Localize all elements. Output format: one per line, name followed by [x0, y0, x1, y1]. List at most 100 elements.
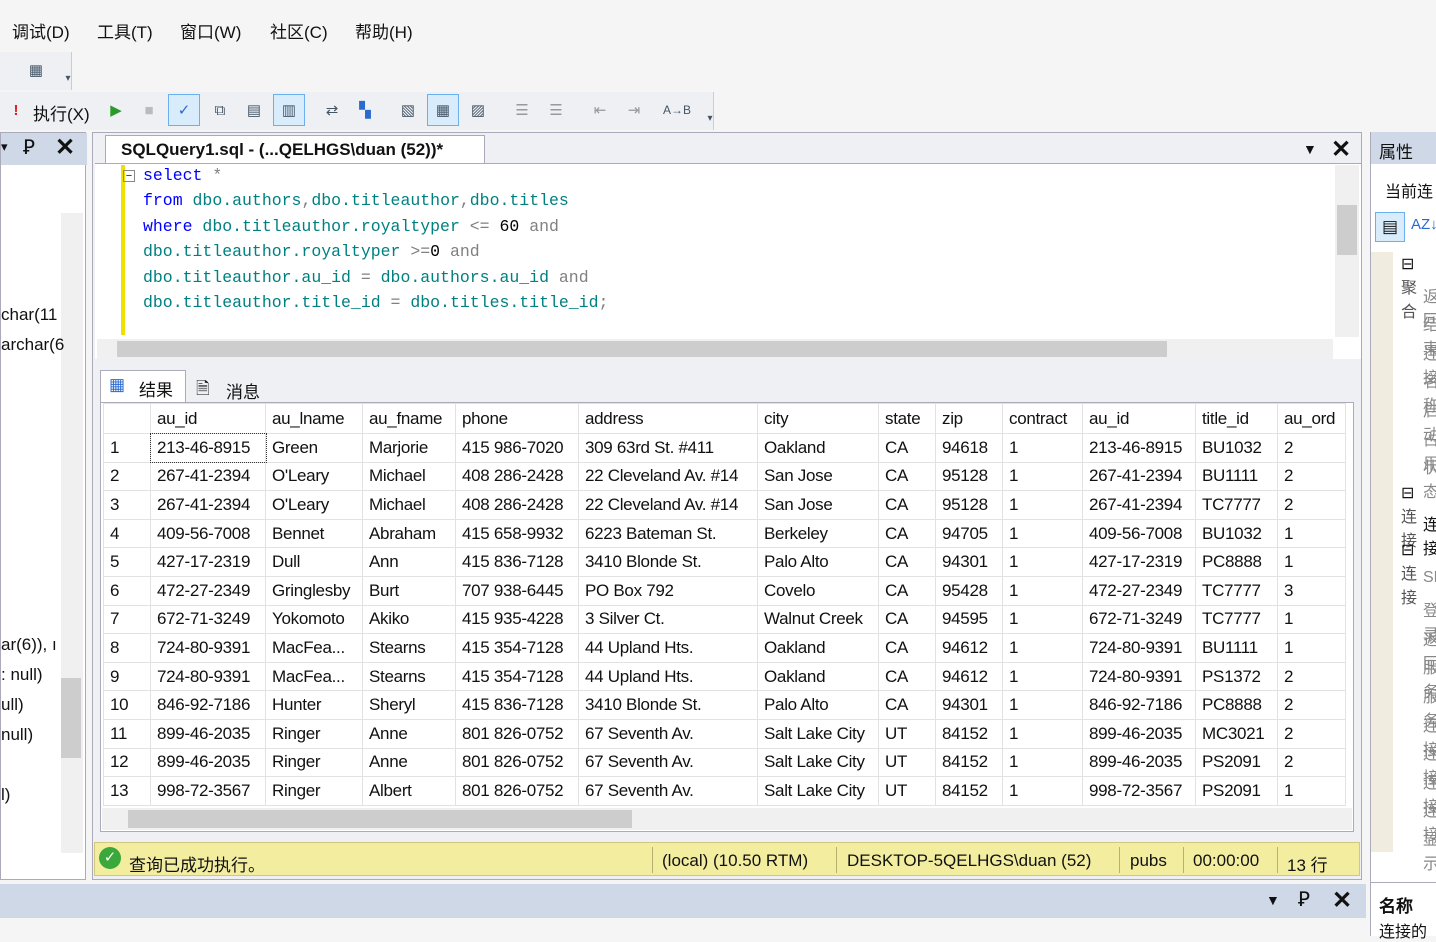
property-group[interactable]: ⊟ 连接	[1401, 540, 1417, 608]
table-cell[interactable]: Ringer	[265, 747, 363, 778]
table-cell[interactable]: 801 826-0752	[455, 776, 579, 806]
property-group[interactable]: ⊟ 聚合	[1401, 254, 1417, 322]
table-cell[interactable]: Dull	[265, 547, 363, 577]
categorized-icon[interactable]: ▤	[1375, 212, 1405, 242]
table-cell[interactable]: Oakland	[757, 633, 879, 663]
dropdown-icon[interactable]: ▾	[1, 139, 8, 155]
table-cell[interactable]: 1	[1002, 633, 1083, 663]
property-item[interactable]: 显示	[1423, 826, 1436, 874]
table-cell[interactable]: 998-72-3567	[1082, 776, 1196, 806]
table-cell[interactable]: 1	[1002, 690, 1083, 720]
table-cell[interactable]: 1	[1002, 490, 1083, 520]
row-number[interactable]: 8	[103, 633, 151, 663]
table-cell[interactable]: 1	[1277, 547, 1346, 577]
close-icon[interactable]: ✕	[55, 133, 75, 162]
table-cell[interactable]: CA	[878, 518, 936, 549]
table-cell[interactable]: PC8888	[1195, 690, 1278, 720]
table-cell[interactable]: 724-80-9391	[1082, 661, 1196, 692]
table-cell[interactable]: TC7777	[1195, 490, 1278, 520]
table-cell[interactable]: 94595	[935, 604, 1003, 635]
column-header[interactable]: title_id	[1195, 403, 1278, 434]
results-horizontal-scrollbar[interactable]	[102, 808, 1352, 830]
table-cell[interactable]: 267-41-2394	[1082, 461, 1196, 492]
column-header[interactable]: au_lname	[265, 403, 363, 434]
stop-icon[interactable]: ■	[137, 98, 161, 122]
table-cell[interactable]: Marjorie	[362, 433, 456, 463]
table-cell[interactable]: 22 Cleveland Av. #14	[578, 490, 758, 520]
table-cell[interactable]: O'Leary	[265, 461, 363, 492]
table-cell[interactable]: BU1111	[1195, 461, 1278, 492]
table-cell[interactable]: 84152	[935, 776, 1003, 806]
table-cell[interactable]: 3410 Blonde St.	[578, 690, 758, 720]
table-cell[interactable]: 1	[1002, 776, 1083, 806]
collapse-icon[interactable]: ⊟	[1401, 256, 1414, 273]
table-cell[interactable]: 22 Cleveland Av. #14	[578, 461, 758, 492]
close-icon[interactable]: ✕	[1332, 886, 1352, 915]
table-cell[interactable]: 472-27-2349	[1082, 575, 1196, 606]
table-cell[interactable]: 94301	[935, 547, 1003, 577]
row-number[interactable]: 2	[103, 461, 151, 492]
decrease-indent-icon[interactable]: ⇤	[588, 98, 612, 122]
table-cell[interactable]: MC3021	[1195, 718, 1278, 749]
column-header[interactable]: zip	[935, 403, 1003, 434]
table-cell[interactable]: MacFea...	[265, 633, 363, 663]
properties-object-selector[interactable]: 当前连	[1385, 178, 1433, 202]
row-number[interactable]: 6	[103, 575, 151, 606]
table-cell[interactable]: 2	[1277, 747, 1346, 778]
table-cell[interactable]: 2	[1277, 461, 1346, 492]
table-cell[interactable]: 3410 Blonde St.	[578, 547, 758, 577]
table-cell[interactable]: 1	[1002, 661, 1083, 692]
table-cell[interactable]: O'Leary	[265, 490, 363, 520]
vertical-scrollbar[interactable]	[1335, 165, 1359, 337]
table-cell[interactable]: 94612	[935, 661, 1003, 692]
column-header[interactable]: au_id	[150, 403, 266, 434]
table-cell[interactable]: 427-17-2319	[150, 547, 266, 577]
table-cell[interactable]: CA	[878, 690, 936, 720]
table-cell[interactable]: 724-80-9391	[150, 633, 266, 663]
table-cell[interactable]: 94618	[935, 433, 1003, 463]
execute-button[interactable]: 执行(X)	[33, 100, 90, 125]
table-cell[interactable]: 1	[1277, 633, 1346, 663]
table-cell[interactable]: PC8888	[1195, 547, 1278, 577]
table-cell[interactable]: Stearns	[362, 661, 456, 692]
table-cell[interactable]: 427-17-2319	[1082, 547, 1196, 577]
row-number[interactable]: 9	[103, 661, 151, 692]
results-to-text-icon[interactable]: ▧	[396, 98, 420, 122]
table-cell[interactable]: San Jose	[757, 461, 879, 492]
tab-list-dropdown-icon[interactable]: ▼	[1303, 141, 1317, 157]
table-cell[interactable]: 3 Silver Ct.	[578, 604, 758, 635]
table-cell[interactable]: CA	[878, 461, 936, 492]
table-cell[interactable]: Oakland	[757, 433, 879, 463]
property-item[interactable]: 连接	[1423, 511, 1436, 559]
table-cell[interactable]: 1	[1002, 547, 1083, 577]
table-cell[interactable]: 724-80-9391	[1082, 633, 1196, 663]
table-cell[interactable]: 409-56-7008	[150, 518, 266, 549]
table-cell[interactable]: San Jose	[757, 490, 879, 520]
table-cell[interactable]: 1	[1277, 776, 1346, 806]
table-cell[interactable]: 415 836-7128	[455, 547, 579, 577]
table-cell[interactable]: CA	[878, 490, 936, 520]
results-to-file-icon[interactable]: ▨	[466, 98, 490, 122]
table-cell[interactable]: 415 354-7128	[455, 633, 579, 663]
close-editor-icon[interactable]: ✕	[1331, 135, 1351, 164]
uncomment-icon[interactable]: ☰	[544, 98, 568, 122]
table-cell[interactable]: CA	[878, 604, 936, 635]
table-cell[interactable]: 95128	[935, 461, 1003, 492]
table-cell[interactable]: Stearns	[362, 633, 456, 663]
table-cell[interactable]: CA	[878, 661, 936, 692]
results-to-grid-icon[interactable]: ▦	[427, 94, 459, 126]
table-cell[interactable]: 67 Seventh Av.	[578, 776, 758, 806]
collapse-icon[interactable]: −	[123, 170, 135, 182]
table-cell[interactable]: 846-92-7186	[150, 690, 266, 720]
editor-tab[interactable]: SQLQuery1.sql - (...QELHGS\duan (52))*	[105, 135, 485, 165]
collapse-icon[interactable]: ⊟	[1401, 485, 1414, 502]
table-cell[interactable]: 267-41-2394	[150, 490, 266, 520]
table-cell[interactable]: MacFea...	[265, 661, 363, 692]
table-cell[interactable]: CA	[878, 575, 936, 606]
table-cell[interactable]: Anne	[362, 747, 456, 778]
menu-window[interactable]: 窗口(W)	[180, 18, 241, 43]
table-cell[interactable]: Salt Lake City	[757, 747, 879, 778]
table-cell[interactable]: 2	[1277, 718, 1346, 749]
table-cell[interactable]: UT	[878, 718, 936, 749]
table-cell[interactable]: 415 836-7128	[455, 690, 579, 720]
